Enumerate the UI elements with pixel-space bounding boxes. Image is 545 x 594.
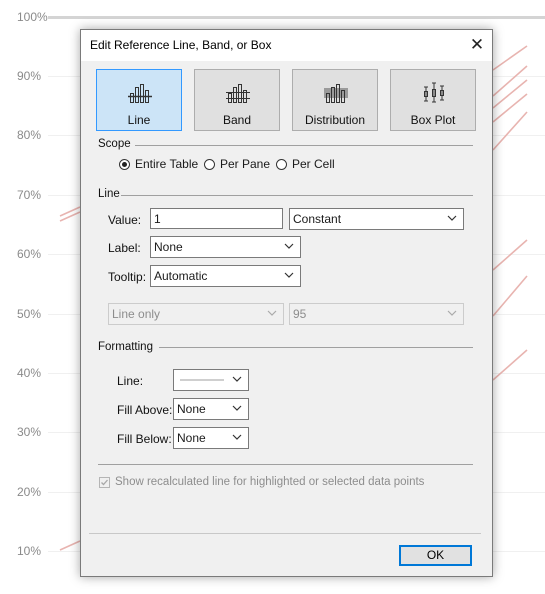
line-heading: Line: [98, 188, 120, 200]
chevron-down-icon: [284, 243, 294, 249]
close-icon[interactable]: ✕: [462, 30, 492, 60]
box-plot-icon: [424, 82, 444, 103]
label-select-text: None: [154, 240, 183, 254]
band-bar-icon: [226, 84, 250, 103]
type-box-plot-label: Box Plot: [410, 113, 456, 127]
radio-per-pane[interactable]: Per Pane: [204, 157, 270, 171]
value-type-select[interactable]: Constant: [289, 208, 464, 230]
radio-entire-table-label: Entire Table: [135, 157, 199, 171]
scope-separator: [135, 145, 473, 146]
chevron-down-icon: [447, 215, 457, 221]
chevron-down-icon: [232, 434, 242, 440]
radio-dot: [204, 158, 215, 170]
type-band-label: Band: [222, 113, 252, 127]
confidence-text: 95: [293, 307, 307, 321]
formatting-separator: [159, 347, 473, 348]
radio-per-cell[interactable]: Per Cell: [276, 157, 335, 171]
type-distribution-label: Distribution: [304, 113, 366, 127]
line-separator: [121, 195, 473, 196]
recalc-checkbox-label: Show recalculated line for highlighted o…: [115, 476, 425, 488]
label-select[interactable]: None: [150, 236, 301, 258]
dialog-title: Edit Reference Line, Band, or Box: [90, 38, 272, 52]
confidence-select: 95: [289, 303, 464, 325]
tooltip-select-text: Automatic: [154, 269, 208, 283]
type-box-plot-button[interactable]: Box Plot: [390, 69, 476, 131]
value-input[interactable]: 1: [150, 208, 283, 229]
fill-below-text: None: [177, 431, 206, 445]
ok-button[interactable]: OK: [399, 545, 472, 566]
line-style-select[interactable]: [173, 369, 249, 391]
type-line-label: Line: [127, 113, 151, 127]
type-distribution-button[interactable]: Distribution: [292, 69, 378, 131]
value-type-text: Constant: [293, 212, 342, 226]
line-style-swatch: [180, 379, 224, 381]
fill-below-label: Fill Below:: [117, 432, 172, 446]
chevron-down-icon: [267, 310, 277, 316]
recalc-checkbox[interactable]: Show recalculated line for highlighted o…: [99, 476, 424, 488]
chevron-down-icon: [284, 272, 294, 278]
value-label: Value:: [108, 213, 142, 227]
fill-above-label: Fill Above:: [117, 403, 173, 417]
tooltip-label: Tooltip:: [108, 270, 147, 284]
formatting-heading: Formatting: [98, 341, 153, 353]
radio-per-pane-label: Per Pane: [220, 157, 271, 171]
dialog-titlebar: Edit Reference Line, Band, or Box ✕: [81, 30, 492, 61]
format-line-label: Line:: [117, 374, 144, 388]
radio-entire-table[interactable]: Entire Table: [119, 157, 198, 171]
chevron-down-icon: [232, 376, 242, 382]
checkbox-separator: [98, 464, 473, 465]
radio-per-cell-label: Per Cell: [292, 157, 335, 171]
tooltip-select[interactable]: Automatic: [150, 265, 301, 287]
radio-dot-selected: [119, 158, 130, 170]
label-label: Label:: [108, 241, 141, 255]
recalc-checkbox-box: [99, 476, 110, 488]
line-bar-icon: [128, 84, 152, 103]
type-band-button[interactable]: Band: [194, 69, 280, 131]
fill-below-select[interactable]: None: [173, 427, 249, 449]
fill-above-select[interactable]: None: [173, 398, 249, 420]
chevron-down-icon: [447, 310, 457, 316]
type-line-button[interactable]: Line: [96, 69, 182, 131]
checkmark-icon: [101, 479, 108, 485]
edit-reference-line-dialog: Edit Reference Line, Band, or Box ✕ Line…: [80, 29, 493, 577]
fill-above-text: None: [177, 402, 206, 416]
scope-heading: Scope: [98, 138, 131, 150]
line-only-text: Line only: [112, 307, 161, 321]
line-only-select: Line only: [108, 303, 284, 325]
footer-separator: [89, 533, 481, 534]
distribution-bar-icon: [324, 84, 348, 103]
radio-dot: [276, 158, 287, 170]
chevron-down-icon: [232, 405, 242, 411]
